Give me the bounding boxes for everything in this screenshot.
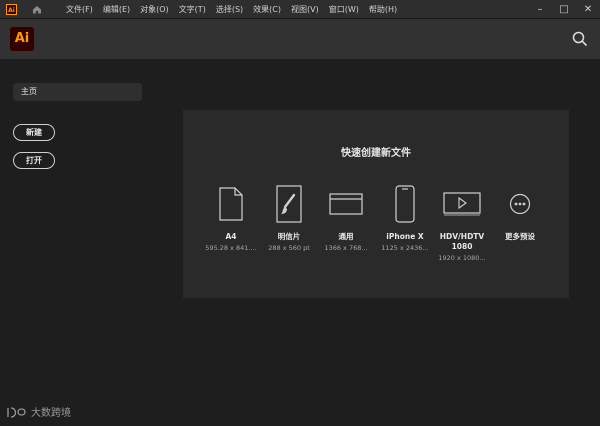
home-icon[interactable]: [27, 0, 47, 19]
preset-size: 1125 x 2436...: [381, 244, 429, 252]
preset-name: 明信片: [277, 232, 301, 241]
more-dots-icon: [492, 184, 548, 224]
video-play-icon: [434, 184, 490, 224]
menu-help[interactable]: 帮助(H): [364, 0, 402, 19]
new-button[interactable]: 新建: [13, 124, 55, 141]
preset-name: 更多预设: [505, 232, 535, 241]
preset-general[interactable]: 通用 1366 x 768...: [318, 184, 374, 253]
search-icon[interactable]: [572, 31, 588, 47]
preset-name: iPhone X: [386, 232, 424, 241]
menu-file[interactable]: 文件(F): [61, 0, 98, 19]
menu-object[interactable]: 对象(O): [135, 0, 174, 19]
maximize-button[interactable]: □: [552, 0, 576, 19]
menu-window[interactable]: 窗口(W): [324, 0, 364, 19]
document-icon: [203, 184, 259, 224]
sidebar-item-home[interactable]: 主页: [13, 83, 142, 101]
watermark-logo-icon: [7, 406, 26, 418]
preset-name: A4: [225, 232, 237, 241]
menu-view[interactable]: 视图(V): [286, 0, 324, 19]
window-controls: – □ ✕: [528, 0, 600, 19]
menu-items: 文件(F) 编辑(E) 对象(O) 文字(T) 选择(S) 效果(C) 视图(V…: [61, 0, 402, 19]
phone-icon: [377, 184, 433, 224]
preset-hdtv[interactable]: HDV/HDTV 1080 1920 x 1080...: [434, 184, 490, 263]
app-logo: Ai: [10, 27, 34, 51]
preset-size: 288 x 560 pt: [268, 244, 310, 252]
top-bar: Ai: [0, 19, 600, 59]
quick-create-panel: 快速创建新文件 A4 595.28 x 841.... 明信片 288 x 56…: [183, 110, 569, 298]
menu-bar: Ai 文件(F) 编辑(E) 对象(O) 文字(T) 选择(S) 效果(C) 视…: [0, 0, 600, 19]
menu-select[interactable]: 选择(S): [211, 0, 248, 19]
preset-size: 1920 x 1080...: [438, 254, 486, 262]
menu-effect[interactable]: 效果(C): [248, 0, 286, 19]
open-button[interactable]: 打开: [13, 152, 55, 169]
preset-name: HDV/HDTV 1080: [439, 232, 485, 251]
app-mini-logo[interactable]: Ai: [6, 3, 17, 15]
preset-a4[interactable]: A4 595.28 x 841....: [203, 184, 259, 253]
menu-type[interactable]: 文字(T): [174, 0, 211, 19]
menu-edit[interactable]: 编辑(E): [98, 0, 135, 19]
preset-more[interactable]: 更多预设: [492, 184, 548, 244]
preset-postcard[interactable]: 明信片 288 x 560 pt: [261, 184, 317, 253]
preset-size: 595.28 x 841....: [205, 244, 257, 252]
preset-name: 通用: [338, 232, 354, 241]
postcard-brush-icon: [261, 184, 317, 224]
watermark: 大数跨境: [6, 404, 71, 419]
preset-iphone-x[interactable]: iPhone X 1125 x 2436...: [377, 184, 433, 253]
minimize-button[interactable]: –: [528, 0, 552, 19]
preset-size: 1366 x 768...: [324, 244, 368, 252]
panel-title: 快速创建新文件: [341, 148, 411, 159]
close-button[interactable]: ✕: [576, 0, 600, 19]
screen-wide-icon: [318, 184, 374, 224]
watermark-text: 大数跨境: [31, 408, 71, 419]
